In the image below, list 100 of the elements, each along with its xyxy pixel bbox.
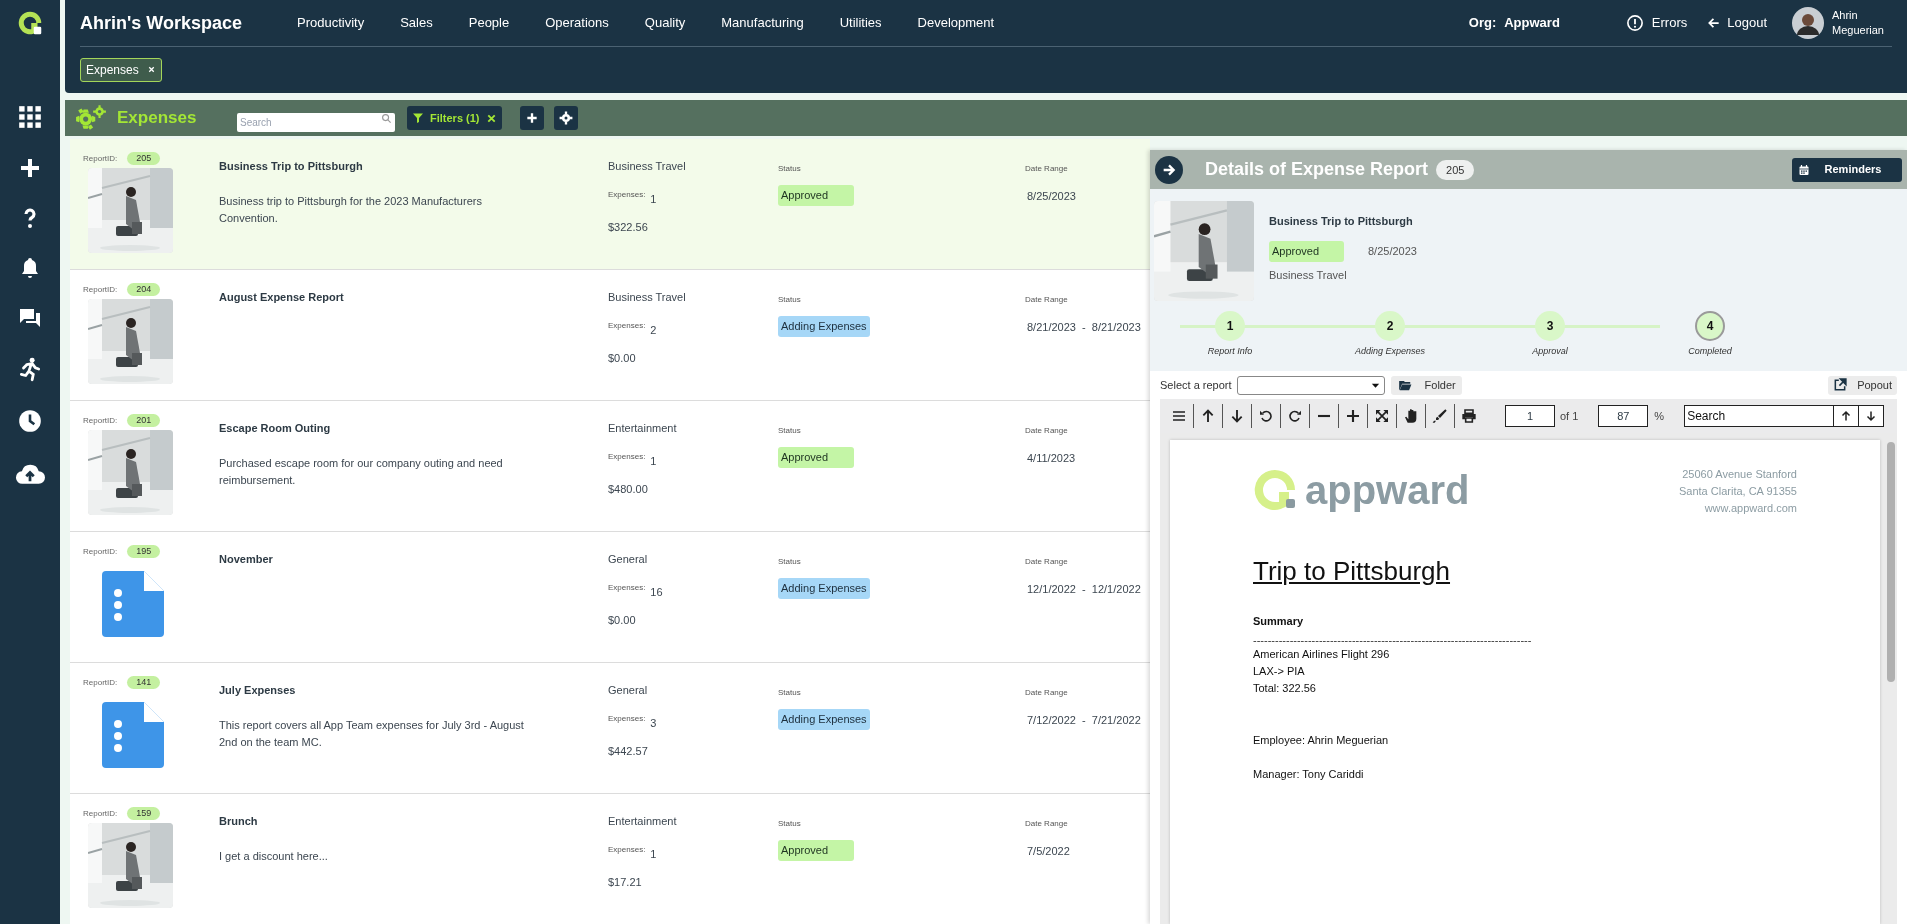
report-description: Business trip to Pittsburgh for the 2023 Manufacturers Convention.	[219, 193, 483, 226]
report-id: 141	[127, 676, 161, 689]
expenses-label: Expenses:	[608, 319, 646, 332]
summary-line: American Airlines Flight 296	[1253, 646, 1391, 662]
zoom-percent: %	[1654, 408, 1665, 424]
status-badge: Adding Expenses	[778, 578, 870, 599]
grid-icon[interactable]	[17, 104, 43, 130]
clock-icon[interactable]	[17, 408, 43, 434]
nav-link[interactable]: Sales	[400, 13, 433, 33]
total-amount: $442.57	[608, 744, 649, 759]
search-previous-button[interactable]	[1834, 405, 1860, 427]
report-select[interactable]	[1236, 375, 1385, 395]
category: Entertainment	[608, 814, 678, 829]
search-field[interactable]: Search	[237, 112, 395, 132]
step-label: Completed	[1688, 345, 1732, 358]
total-amount: $480.00	[608, 482, 649, 497]
nav-link[interactable]: Manufacturing	[721, 13, 804, 33]
total-amount: $0.00	[608, 351, 637, 366]
filters-button[interactable]: Filters (1)	[407, 106, 502, 130]
plus-icon[interactable]	[18, 156, 42, 180]
details-title: Details of Expense Report	[1205, 158, 1429, 181]
print-icon	[1461, 408, 1477, 424]
nav-link[interactable]: Operations	[545, 13, 609, 33]
total-amount: $17.21	[608, 875, 643, 890]
add-button[interactable]	[519, 106, 544, 130]
report-title: November	[219, 552, 274, 567]
nav-link[interactable]: Development	[917, 13, 995, 33]
menu-icon	[1171, 408, 1187, 424]
status-badge: Approved	[1269, 240, 1344, 262]
search-next-button[interactable]	[1859, 405, 1885, 427]
status-badge: Adding Expenses	[778, 709, 870, 730]
employee-line: Employee: Ahrin Meguerian	[1253, 732, 1390, 748]
logout-link[interactable]: Logout	[1707, 13, 1767, 33]
expenses-count: 1	[650, 191, 657, 207]
report-date: 8/25/2023	[1368, 243, 1417, 259]
total-amount: $0.00	[608, 613, 637, 628]
avatar[interactable]	[1792, 7, 1824, 39]
date-range-label: Date Range	[1025, 556, 1068, 568]
nav-link[interactable]: Productivity	[297, 13, 365, 33]
date-range-label: Date Range	[1025, 163, 1068, 175]
arrow-down-icon	[1865, 410, 1878, 422]
zoom-field[interactable]: 87	[1598, 405, 1649, 427]
status-badge: Approved	[778, 447, 854, 468]
page-field[interactable]: 1	[1505, 405, 1555, 427]
expenses-count: 1	[650, 846, 657, 862]
date-range: 4/11/2023	[1027, 451, 1076, 466]
runner-icon[interactable]	[17, 356, 43, 382]
expenses-label: Expenses:	[608, 450, 646, 463]
status-badge: Approved	[778, 840, 854, 861]
total-amount: $322.56	[608, 220, 649, 235]
dashed-rule: ----------------------------------------------------------------------------	[1253, 634, 1533, 646]
report-id: 195	[127, 545, 161, 558]
summary-line: Total: 322.56	[1253, 680, 1317, 696]
expenses-count: 16	[650, 584, 663, 600]
step-label: Approval	[1532, 345, 1568, 358]
report-row[interactable]: ReportID: 205 Business Trip to Pittsburgh Business trip to Pittsburgh for the 2023 Manufacturers Convention. Business Travel Expenses: 1 $322.56 Status Approved Date Range 8/25/2023	[70, 139, 1150, 270]
category: Entertainment	[608, 421, 678, 436]
report-title: Business Trip to Pittsburgh	[1269, 214, 1413, 229]
report-id-label: ReportID:	[83, 152, 118, 165]
category: Business Travel	[608, 159, 687, 174]
status-label: Status	[778, 163, 801, 175]
category: General	[608, 552, 649, 567]
arrow-left-icon	[1707, 16, 1722, 30]
address-line: 25060 Avenue Stanford	[1682, 467, 1797, 482]
rotate-left-icon	[1258, 408, 1274, 424]
logo-text: appward	[1305, 468, 1470, 512]
nav-link[interactable]: Utilities	[839, 13, 882, 33]
status-label: Status	[778, 818, 801, 830]
document-search-field[interactable]: Search	[1684, 405, 1835, 427]
expenses-label: Expenses:	[608, 843, 646, 856]
report-title: Business Trip to Pittsburgh	[219, 159, 364, 174]
report-id-label: ReportID:	[83, 283, 118, 296]
date-range: 7/12/2022 - 7/21/2022	[1027, 713, 1141, 728]
date-range-label: Date Range	[1025, 818, 1068, 830]
settings-button[interactable]	[553, 106, 578, 130]
page-title: Expenses	[117, 107, 198, 130]
status-label: Status	[778, 556, 801, 568]
popout-button[interactable]: Popout	[1828, 375, 1897, 395]
folder-button[interactable]: Folder	[1390, 375, 1462, 395]
page-count: of 1	[1560, 408, 1579, 424]
nav-link[interactable]: People	[468, 13, 510, 33]
report-title: July Expenses	[219, 683, 297, 698]
open-tab[interactable]: Expenses	[80, 57, 162, 82]
scrollbar[interactable]	[1887, 442, 1895, 682]
manager-line: Manager: Tony Cariddi	[1253, 767, 1365, 782]
report-title: Brunch	[219, 814, 259, 829]
document-heading: Trip to Pittsburgh	[1253, 555, 1450, 588]
address-line: www.appward.com	[1704, 501, 1797, 516]
report-title: Escape Room Outing	[219, 421, 332, 436]
settings-icon	[558, 111, 573, 125]
errors-link[interactable]: Errors	[1625, 13, 1688, 33]
nav-link[interactable]: Quality	[644, 13, 686, 33]
report-description: Purchased escape room for our company outing and need reimbursement.	[219, 455, 504, 488]
report-description: I get a discount here...	[219, 848, 329, 864]
expand-icon	[1374, 408, 1390, 424]
report-id: 159	[127, 807, 161, 820]
logo-icon	[1253, 468, 1297, 512]
reminders-button[interactable]: Reminders	[1792, 157, 1902, 182]
collapse-button[interactable]	[1155, 155, 1183, 184]
select-label: Select a report	[1160, 377, 1232, 393]
